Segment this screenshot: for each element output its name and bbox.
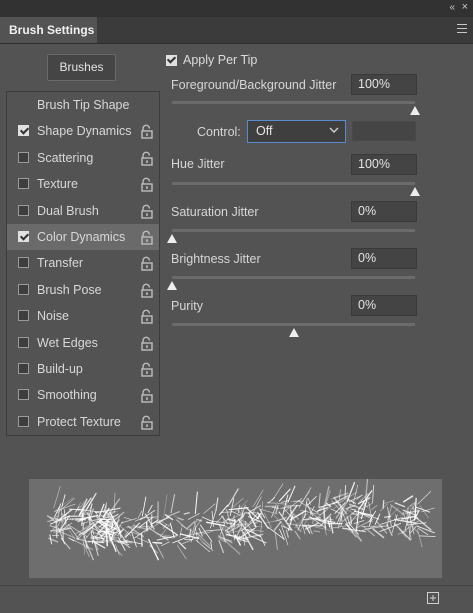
lock-icon[interactable] [140,230,154,245]
brush-stroke-image [29,479,442,578]
hue-jitter-label: Hue Jitter [171,157,225,171]
sidebar-item-wet-edges[interactable]: Wet Edges [7,330,159,356]
hue-jitter-slider-thumb[interactable] [410,187,420,196]
fg-bg-jitter-slider-track[interactable] [172,101,415,104]
sidebar-item-brush-pose[interactable]: Brush Pose [7,277,159,303]
saturation-jitter-slider-thumb[interactable] [167,234,177,243]
lock-icon[interactable] [140,204,154,219]
sidebar-item-build-up[interactable]: Build-up [7,356,159,382]
brightness-jitter-label: Brightness Jitter [171,252,261,266]
lock-icon[interactable] [140,336,154,351]
wet-edges-checkbox[interactable] [18,337,29,348]
brush-stroke-preview [29,479,442,578]
lock-icon[interactable] [140,309,154,324]
purity-label: Purity [171,299,203,313]
fg-bg-jitter-label: Foreground/Background Jitter [171,78,336,92]
sidebar-item-color-dynamics[interactable]: Color Dynamics [7,224,159,250]
hue-jitter-slider-track[interactable] [172,182,415,185]
sidebar-item-label: Scattering [37,145,93,171]
brush-pose-checkbox[interactable] [18,284,29,295]
saturation-jitter-input[interactable]: 0% [351,201,417,222]
sidebar-item-label: Brush Tip Shape [37,92,129,118]
panel-menu-icon[interactable] [457,24,467,33]
transfer-checkbox[interactable] [18,257,29,268]
sidebar-item-label: Brush Pose [37,277,102,303]
sidebar-item-label: Smoothing [37,382,97,408]
lock-icon[interactable] [140,283,154,298]
saturation-jitter-label: Saturation Jitter [171,205,259,219]
tab-brush-settings[interactable]: Brush Settings [0,17,97,43]
panel-footer [0,585,473,613]
lock-icon[interactable] [140,388,154,403]
fg-bg-jitter-input[interactable]: 100% [351,74,417,95]
brightness-jitter-slider-thumb[interactable] [167,281,177,290]
sidebar-item-label: Dual Brush [37,198,99,224]
noise-checkbox[interactable] [18,310,29,321]
lock-icon[interactable] [140,177,154,192]
apply-per-tip-checkbox[interactable] [166,55,177,66]
color-dynamics-checkbox[interactable] [18,231,29,242]
protect-texture-checkbox[interactable] [18,416,29,427]
sidebar-item-label: Protect Texture [37,409,121,435]
panel-tab-bar: Brush Settings [0,17,473,44]
brightness-jitter-input[interactable]: 0% [351,248,417,269]
smoothing-checkbox[interactable] [18,389,29,400]
sidebar-item-scattering[interactable]: Scattering [7,145,159,171]
sidebar-item-label: Texture [37,171,78,197]
brightness-jitter-slider-track[interactable] [172,276,415,279]
purity-slider-thumb[interactable] [289,328,299,337]
control-select-value: Off [256,124,272,138]
sidebar-item-dual-brush[interactable]: Dual Brush [7,198,159,224]
saturation-jitter-slider-track[interactable] [172,229,415,232]
sidebar-item-smoothing[interactable]: Smoothing [7,382,159,408]
panel-top-strip: « × [0,0,473,17]
lock-icon[interactable] [140,151,154,166]
lock-icon[interactable] [140,362,154,377]
sidebar-item-texture[interactable]: Texture [7,171,159,197]
lock-icon[interactable] [140,415,154,430]
sidebar-item-transfer[interactable]: Transfer [7,250,159,276]
brushes-button[interactable]: Brushes [47,54,116,81]
control-value-field [352,121,416,141]
fg-bg-jitter-slider-thumb[interactable] [410,106,420,115]
new-brush-icon[interactable] [427,592,439,604]
lock-icon[interactable] [140,124,154,139]
sidebar-item-noise[interactable]: Noise [7,303,159,329]
sidebar-item-shape-dynamics[interactable]: Shape Dynamics [7,118,159,144]
collapse-panels-icon[interactable]: « [449,2,453,13]
control-select[interactable]: Off [247,120,346,143]
close-panel-icon[interactable]: × [462,1,468,13]
dual-brush-checkbox[interactable] [18,205,29,216]
sidebar-item-label: Transfer [37,250,83,276]
shape-dynamics-checkbox[interactable] [18,125,29,136]
purity-slider-track[interactable] [172,323,415,326]
lock-icon[interactable] [140,256,154,271]
build-up-checkbox[interactable] [18,363,29,374]
apply-per-tip-label: Apply Per Tip [183,53,257,67]
sidebar-item-brush-tip-shape[interactable]: Brush Tip Shape [7,92,159,118]
chevron-down-icon [329,125,339,135]
hue-jitter-input[interactable]: 100% [351,154,417,175]
sidebar-item-label: Noise [37,303,69,329]
sidebar-item-label: Wet Edges [37,330,98,356]
sidebar-item-label: Shape Dynamics [37,118,132,144]
sidebar-item-protect-texture[interactable]: Protect Texture [7,409,159,435]
purity-input[interactable]: 0% [351,295,417,316]
sidebar-item-label: Build-up [37,356,83,382]
sidebar-item-label: Color Dynamics [37,224,125,250]
control-label: Control: [197,125,241,139]
texture-checkbox[interactable] [18,178,29,189]
brush-settings-sidebar: Brush Tip ShapeShape DynamicsScatteringT… [6,91,160,436]
scattering-checkbox[interactable] [18,152,29,163]
